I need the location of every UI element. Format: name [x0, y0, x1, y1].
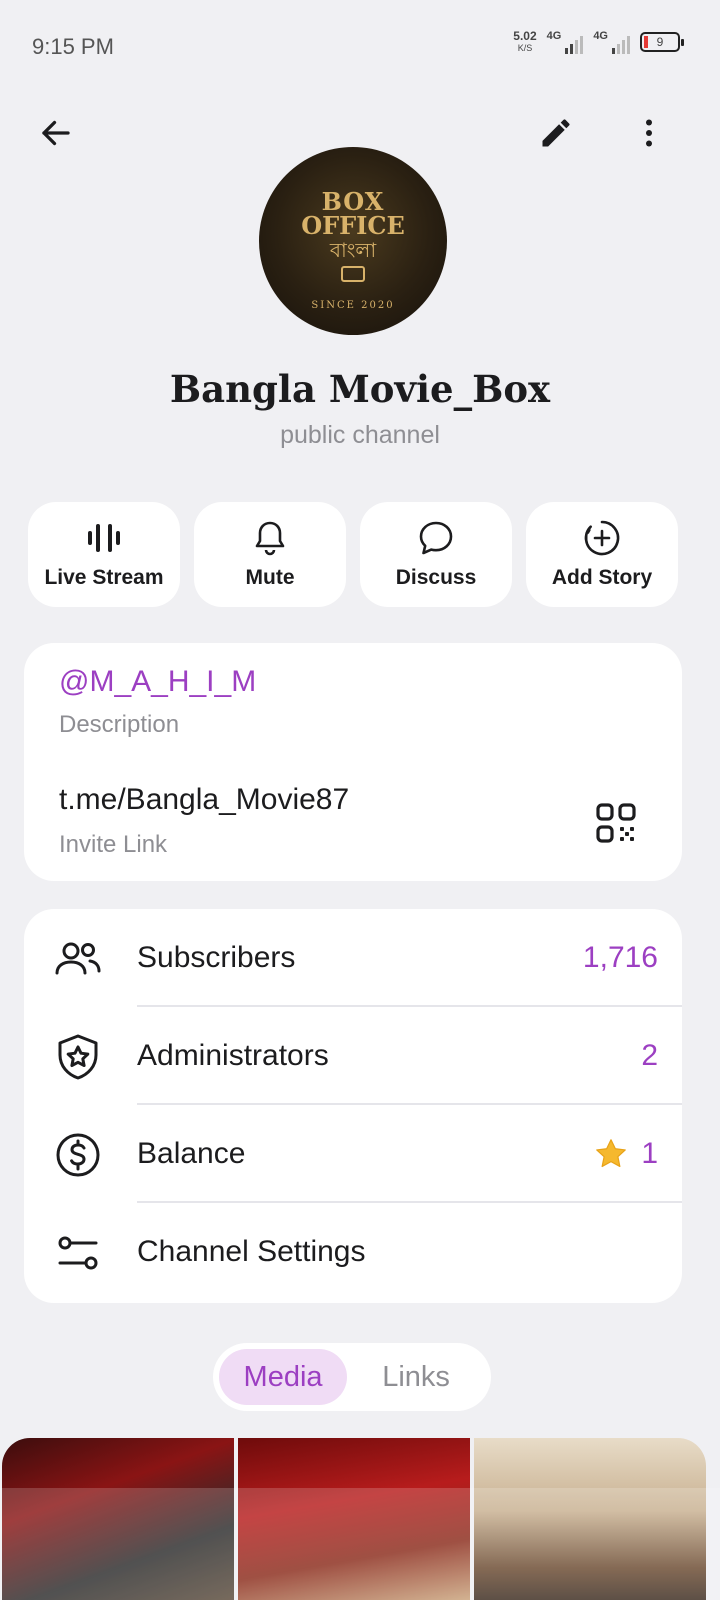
subscribers-row[interactable]: Subscribers 1,716 [24, 909, 682, 1007]
invite-link[interactable]: t.me/Bangla_Movie87 [59, 783, 349, 817]
pencil-icon [542, 119, 570, 147]
channel-info-card: @M_A_H_I_M Description t.me/Bangla_Movie… [24, 643, 682, 881]
channel-settings-label: Channel Settings [137, 1235, 366, 1268]
live-stream-button[interactable]: Live Stream [28, 502, 180, 607]
add-story-button[interactable]: Add Story [526, 502, 678, 607]
battery-icon: 9 [640, 32, 684, 52]
live-stream-label: Live Stream [44, 566, 164, 589]
channel-settings-row[interactable]: Channel Settings [24, 1203, 682, 1301]
balance-row[interactable]: Balance 1 [24, 1105, 682, 1203]
network-type-2: 4G [593, 30, 608, 42]
star-icon [596, 1139, 627, 1168]
edit-button[interactable] [528, 105, 584, 161]
dollar-circle-icon [56, 1133, 100, 1177]
avatar-text-line: বাংলা [329, 237, 377, 262]
channel-type: public channel [280, 421, 440, 449]
network-speed-value: 5.02 [513, 29, 537, 43]
invite-link-label: Invite Link [59, 831, 168, 858]
network-type-1: 4G [546, 30, 562, 42]
channel-avatar[interactable]: BOX OFFICE বাংলা SINCE 2020 [259, 147, 447, 335]
battery-level: 9 [656, 35, 664, 49]
channel-details-list: Subscribers 1,716 Administrators 2 Balan… [24, 909, 682, 1303]
more-options-button[interactable] [621, 105, 677, 161]
balance-value: 1 [593, 1136, 658, 1172]
mute-button[interactable]: Mute [194, 502, 346, 607]
add-story-label: Add Story [551, 566, 653, 589]
media-tabs: Media Links [213, 1343, 491, 1411]
administrators-row[interactable]: Administrators 2 [24, 1007, 682, 1105]
administrators-count: 2 [641, 1039, 658, 1072]
avatar-text-line: OFFICE [301, 210, 405, 240]
sliders-icon [58, 1236, 98, 1270]
mute-label: Mute [245, 566, 295, 589]
network-speed: 5.02 K/S [513, 30, 536, 54]
qr-code-icon [596, 803, 636, 843]
back-button[interactable] [28, 105, 84, 161]
channel-username[interactable]: @M_A_H_I_M [59, 665, 256, 699]
signal-icon: 4G [547, 30, 584, 54]
status-bar: 9:15 PM 5.02 K/S 4G 4G 9 [0, 0, 720, 92]
people-icon [55, 942, 101, 975]
tab-media[interactable]: Media [219, 1349, 348, 1405]
status-indicators: 5.02 K/S 4G 4G 9 [513, 30, 684, 54]
signal-icon: 4G [593, 30, 630, 54]
channel-name: Bangla Movie_Box [169, 367, 551, 411]
balance-label: Balance [137, 1137, 246, 1170]
balance-amount: 1 [641, 1137, 658, 1170]
discuss-label: Discuss [395, 566, 477, 589]
system-navigation-bar [0, 1488, 720, 1600]
live-stream-icon [88, 524, 120, 552]
qr-code-button[interactable] [594, 801, 638, 845]
avatar-text-line: BOX [321, 186, 385, 216]
shield-star-icon [58, 1034, 98, 1080]
back-arrow-icon [42, 120, 70, 146]
description-label: Description [59, 711, 180, 738]
ticket-icon [341, 265, 365, 282]
more-vertical-icon [646, 119, 652, 147]
subscribers-count: 1,716 [582, 941, 658, 974]
add-story-icon [584, 520, 620, 556]
subscribers-label: Subscribers [137, 941, 296, 974]
bell-icon [255, 521, 285, 556]
status-time: 9:15 PM [32, 34, 114, 59]
chat-bubble-icon [419, 521, 453, 555]
administrators-label: Administrators [137, 1039, 329, 1072]
action-buttons: Live Stream Mute Discuss Add Story [28, 502, 678, 607]
network-speed-unit: K/S [517, 43, 533, 53]
tab-links[interactable]: Links [347, 1349, 485, 1405]
discuss-button[interactable]: Discuss [360, 502, 512, 607]
avatar-text-line: SINCE 2020 [311, 299, 395, 311]
